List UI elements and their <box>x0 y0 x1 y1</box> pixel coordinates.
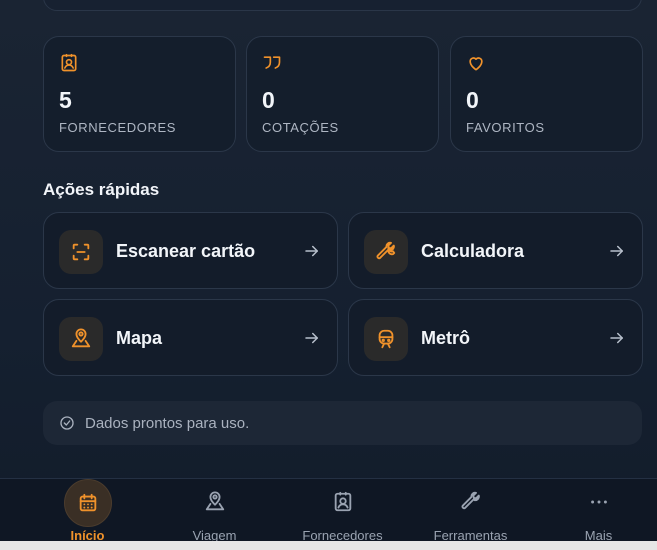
calendar-icon <box>79 493 96 512</box>
arrow-right-icon <box>610 245 623 257</box>
nav-item-fornecedores[interactable]: Fornecedores <box>277 479 408 550</box>
nav-item-mais[interactable]: Mais <box>533 479 657 550</box>
nav-icon-wrap <box>63 479 112 527</box>
action-calculator[interactable]: Calculadora <box>348 212 643 289</box>
wrench-icon <box>461 491 480 510</box>
check-circle-icon <box>60 416 74 430</box>
action-label: Escanear cartão <box>116 241 256 261</box>
nav-item-inicio[interactable]: Início <box>22 479 153 550</box>
stat-card-cotacoes[interactable]: 0 COTAÇÕES <box>246 36 439 152</box>
action-scan-card[interactable]: Escanear cartão <box>43 212 338 289</box>
wrench-icon <box>376 241 396 260</box>
nav-icon-wrap <box>203 490 227 514</box>
stat-value: 5 <box>59 87 72 113</box>
quick-actions-title: Ações rápidas <box>43 180 160 199</box>
contact-badge-icon <box>61 53 77 72</box>
quote-icon <box>263 56 281 69</box>
action-metro[interactable]: Metrô <box>348 299 643 376</box>
train-icon <box>378 329 394 349</box>
action-label: Calculadora <box>421 241 525 261</box>
action-icon-badge <box>364 230 408 274</box>
bottom-nav: Início Viagem Fornecedores Ferramentas M… <box>0 478 657 550</box>
window-bottom-edge <box>0 541 657 550</box>
action-map[interactable]: Mapa <box>43 299 338 376</box>
nav-icon-wrap <box>331 490 355 514</box>
stat-card-fornecedores[interactable]: 5 FORNECEDORES <box>43 36 236 152</box>
arrow-right-icon <box>305 332 318 344</box>
nav-icon-wrap <box>459 490 483 514</box>
stat-value: 0 <box>262 87 275 113</box>
stat-label: COTAÇÕES <box>262 120 339 135</box>
action-icon-badge <box>59 317 103 361</box>
stat-label: FAVORITOS <box>466 120 545 135</box>
stat-card-favoritos[interactable]: 0 FAVORITOS <box>450 36 643 152</box>
stat-label: FORNECEDORES <box>59 120 176 135</box>
arrow-right-icon <box>610 332 623 344</box>
map-pin-icon <box>71 328 91 348</box>
contact-badge-icon <box>334 491 351 512</box>
action-label: Mapa <box>116 328 163 348</box>
top-card-partial <box>43 0 642 11</box>
heart-icon <box>469 57 483 71</box>
scan-icon <box>72 243 90 261</box>
action-icon-badge <box>364 317 408 361</box>
nav-item-ferramentas[interactable]: Ferramentas <box>405 479 536 550</box>
map-pin-icon <box>205 491 224 511</box>
app-screen: 5 FORNECEDORES 0 COTAÇÕES 0 FAVORITOS Aç… <box>0 0 657 550</box>
status-banner: Dados prontos para uso. <box>43 401 642 445</box>
status-text: Dados prontos para uso. <box>85 415 250 432</box>
more-icon <box>590 500 607 504</box>
stat-value: 0 <box>466 87 479 113</box>
action-icon-badge <box>59 230 103 274</box>
action-label: Metrô <box>421 328 470 348</box>
arrow-right-icon <box>305 245 318 257</box>
nav-item-viagem[interactable]: Viagem <box>149 479 280 550</box>
nav-icon-wrap <box>587 490 611 514</box>
